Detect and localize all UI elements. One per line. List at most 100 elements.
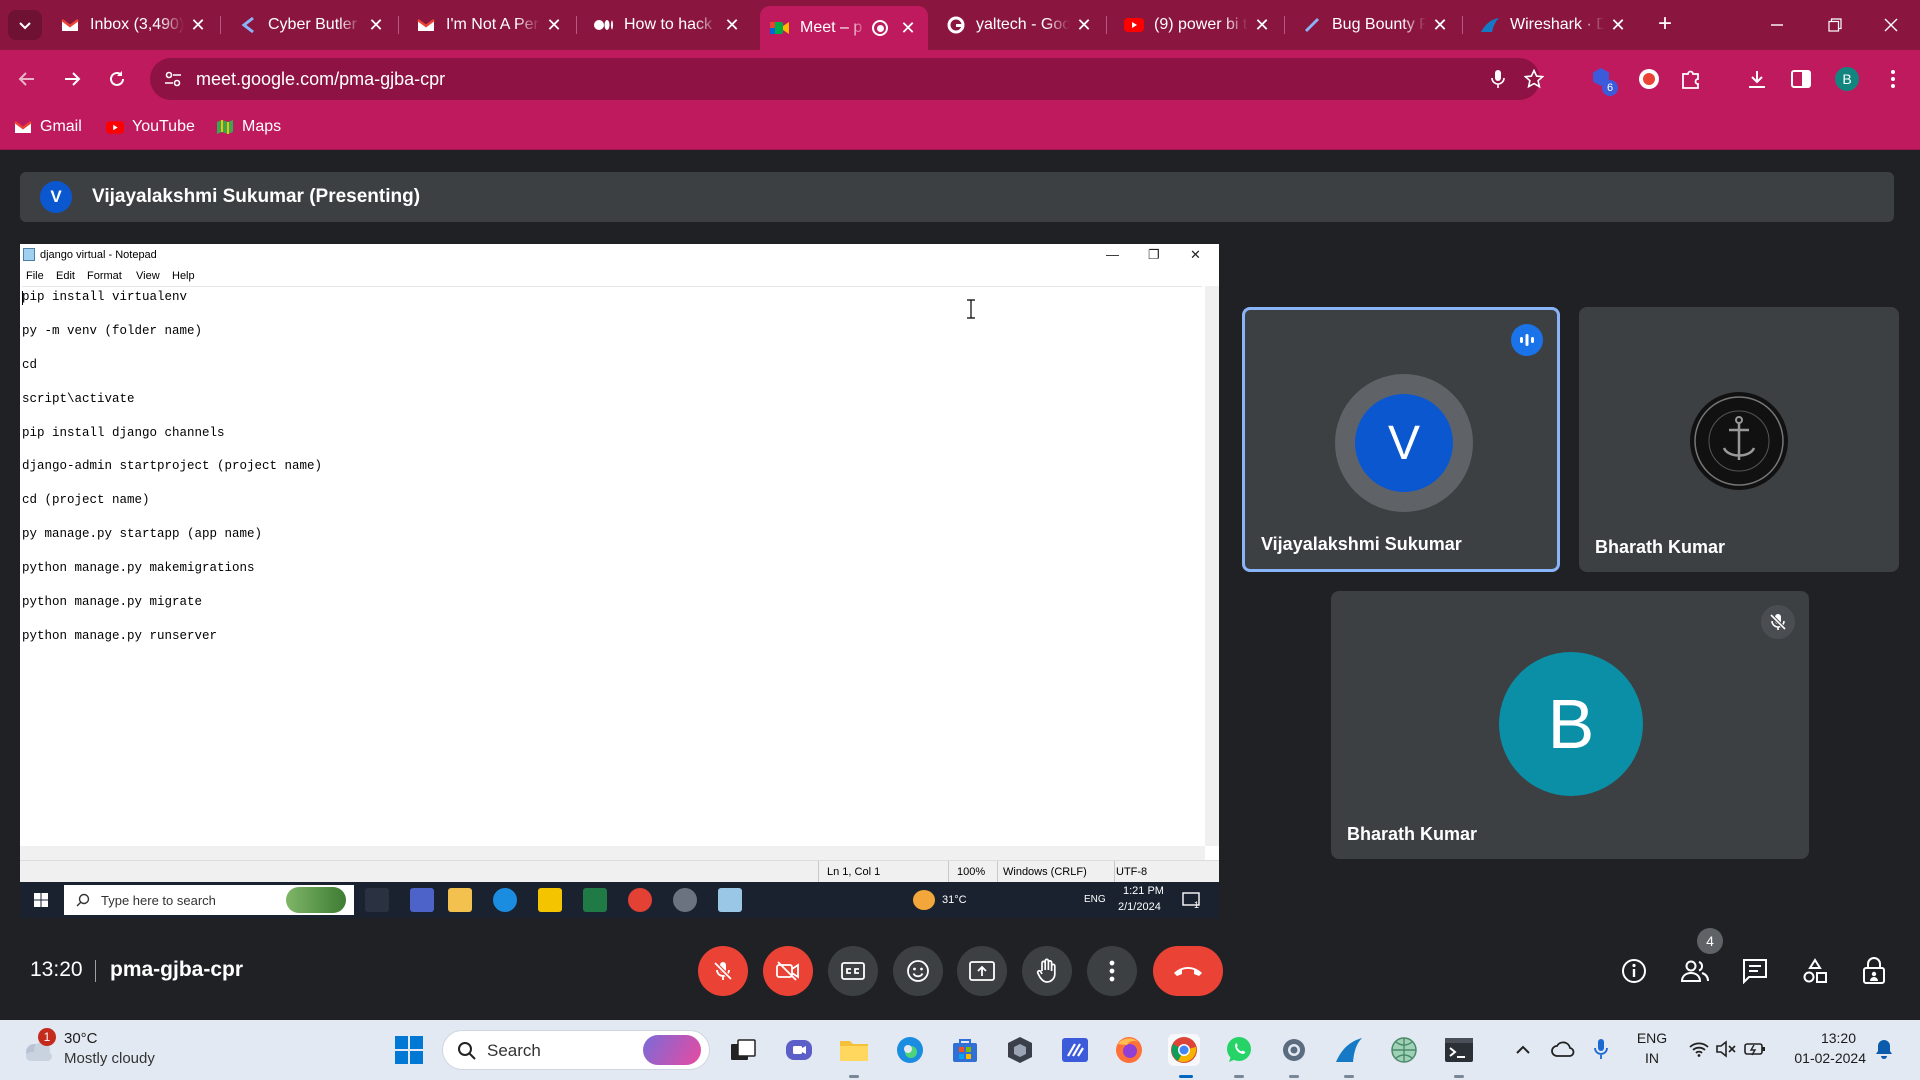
task-view-button[interactable] xyxy=(727,1034,759,1066)
app-button[interactable] xyxy=(1388,1034,1420,1066)
microsoft-store-button[interactable] xyxy=(949,1034,981,1066)
speaker-muted-icon[interactable] xyxy=(1716,1040,1736,1058)
edge-button[interactable] xyxy=(894,1034,926,1066)
close-icon[interactable]: ✕ xyxy=(544,15,564,36)
settings-button[interactable] xyxy=(1278,1034,1310,1066)
text-line: py manage.py startapp (app name) xyxy=(22,527,263,541)
reactions-button[interactable] xyxy=(893,946,943,996)
onedrive-icon[interactable] xyxy=(1551,1040,1575,1058)
presenter-notification-count: 1 xyxy=(1194,900,1200,910)
bookmark-star-icon[interactable] xyxy=(1524,69,1544,89)
start-button[interactable] xyxy=(393,1034,425,1066)
tab-title: How to hack xyxy=(624,16,713,33)
information-logo-avatar xyxy=(1690,392,1788,490)
weather-widget[interactable]: 1 30°C Mostly cloudy xyxy=(22,1028,202,1070)
close-icon[interactable]: ✕ xyxy=(1252,15,1272,36)
tab-google-meet[interactable]: Meet – p ✕ xyxy=(760,6,928,50)
leave-call-button[interactable] xyxy=(1153,946,1223,996)
minimize-icon xyxy=(1771,24,1783,26)
more-options-button[interactable] xyxy=(1087,946,1137,996)
camera-toggle-button[interactable] xyxy=(763,946,813,996)
participant-tile[interactable]: B Bharath Kumar xyxy=(1331,591,1809,859)
minimize-button[interactable] xyxy=(1748,0,1806,50)
tab-search-button[interactable] xyxy=(8,10,42,40)
extension-button[interactable] xyxy=(1632,62,1666,96)
chevron-up-icon[interactable] xyxy=(1515,1043,1531,1055)
clock-date[interactable]: 01-02-2024 xyxy=(1776,1050,1866,1066)
side-panel-icon xyxy=(1791,70,1811,88)
region-code[interactable]: IN xyxy=(1632,1050,1672,1066)
new-tab-button[interactable]: + xyxy=(1650,10,1680,40)
participant-tile[interactable]: V Vijayalakshmi Sukumar xyxy=(1242,307,1560,572)
activities-button[interactable] xyxy=(1798,954,1832,988)
tab-gmail-inbox[interactable]: Inbox (3,490) ✕ xyxy=(50,6,218,44)
side-panel-button[interactable] xyxy=(1784,62,1818,96)
file-explorer-icon xyxy=(448,888,472,912)
notepad-text-area: pip install virtualenv py -m venv (folde… xyxy=(22,286,1202,846)
profile-button[interactable]: B xyxy=(1830,62,1864,96)
close-icon[interactable]: ✕ xyxy=(366,15,386,36)
close-icon[interactable]: ✕ xyxy=(1608,15,1628,36)
microphone-icon[interactable] xyxy=(1490,69,1506,89)
tab-gmail-message[interactable]: I'm Not A Per ✕ xyxy=(406,6,574,44)
reload-button[interactable] xyxy=(100,62,134,96)
extension-badge: 6 xyxy=(1602,80,1618,96)
app-button[interactable] xyxy=(1059,1034,1091,1066)
wifi-icon[interactable] xyxy=(1689,1041,1709,1057)
participant-tile[interactable]: Bharath Kumar xyxy=(1579,307,1899,572)
windows-start-icon xyxy=(34,893,48,907)
battery-icon[interactable] xyxy=(1744,1041,1766,1057)
bookmark-youtube[interactable]: YouTube xyxy=(106,118,195,136)
terminal-button[interactable] xyxy=(1443,1034,1475,1066)
forward-button[interactable] xyxy=(55,62,89,96)
clock-time[interactable]: 13:20 xyxy=(1786,1030,1856,1046)
mic-toggle-button[interactable] xyxy=(698,946,748,996)
search-label: Search xyxy=(487,1041,541,1060)
captions-button[interactable] xyxy=(828,946,878,996)
downloads-button[interactable] xyxy=(1740,62,1774,96)
bookmark-gmail[interactable]: Gmail xyxy=(14,118,82,136)
extensions-menu-button[interactable] xyxy=(1674,62,1708,96)
close-icon[interactable]: ✕ xyxy=(188,15,208,36)
close-icon[interactable]: ✕ xyxy=(898,18,918,39)
close-icon[interactable]: ✕ xyxy=(722,15,742,36)
taskbar-search[interactable]: Search xyxy=(442,1030,710,1070)
tab-medium-article[interactable]: How to hack ✕ xyxy=(584,6,752,44)
tab-youtube[interactable]: (9) power bi t ✕ xyxy=(1114,6,1282,44)
close-window-button[interactable] xyxy=(1862,0,1920,50)
extension-button[interactable]: 6 xyxy=(1586,62,1620,96)
tab-cyber-butler[interactable]: Cyber Butler ✕ xyxy=(228,6,396,44)
close-icon[interactable]: ✕ xyxy=(1430,15,1450,36)
chrome-menu-button[interactable] xyxy=(1876,62,1910,96)
whatsapp-button[interactable] xyxy=(1223,1034,1255,1066)
address-bar[interactable]: meet.google.com/pma-gjba-cpr xyxy=(150,58,1544,100)
terminal-icon xyxy=(1445,1038,1473,1062)
back-button[interactable] xyxy=(10,62,44,96)
file-explorer-button[interactable] xyxy=(838,1034,870,1066)
firefox-button[interactable] xyxy=(1113,1034,1145,1066)
bookmark-maps[interactable]: Maps xyxy=(216,118,281,136)
language-code[interactable]: ENG xyxy=(1632,1030,1672,1046)
tab-bug-bounty[interactable]: Bug Bounty P ✕ xyxy=(1292,6,1460,44)
site-settings-icon[interactable] xyxy=(164,70,182,88)
host-controls-button[interactable] xyxy=(1857,954,1891,988)
windows-taskbar: 1 30°C Mostly cloudy Search ENG IN 13:20… xyxy=(0,1020,1920,1080)
close-icon[interactable]: ✕ xyxy=(1074,15,1094,36)
teams-button[interactable] xyxy=(783,1034,815,1066)
restore-button[interactable] xyxy=(1806,0,1864,50)
menu-file: File xyxy=(26,270,44,282)
notification-bell-icon[interactable] xyxy=(1875,1038,1893,1060)
tab-wireshark[interactable]: Wireshark · D ✕ xyxy=(1470,6,1638,44)
chrome-button[interactable] xyxy=(1168,1034,1200,1066)
presenting-banner: V Vijayalakshmi Sukumar (Presenting) xyxy=(20,172,1894,222)
app-button[interactable] xyxy=(1004,1034,1036,1066)
running-indicator xyxy=(1454,1075,1464,1078)
meeting-details-button[interactable] xyxy=(1617,954,1651,988)
chat-button[interactable] xyxy=(1738,954,1772,988)
tab-google-search[interactable]: yaltech - Goo ✕ xyxy=(936,6,1104,44)
present-screen-button[interactable] xyxy=(957,946,1007,996)
people-button[interactable] xyxy=(1678,954,1712,988)
microphone-icon[interactable] xyxy=(1594,1038,1608,1060)
wireshark-button[interactable] xyxy=(1333,1034,1365,1066)
raise-hand-button[interactable] xyxy=(1022,946,1072,996)
